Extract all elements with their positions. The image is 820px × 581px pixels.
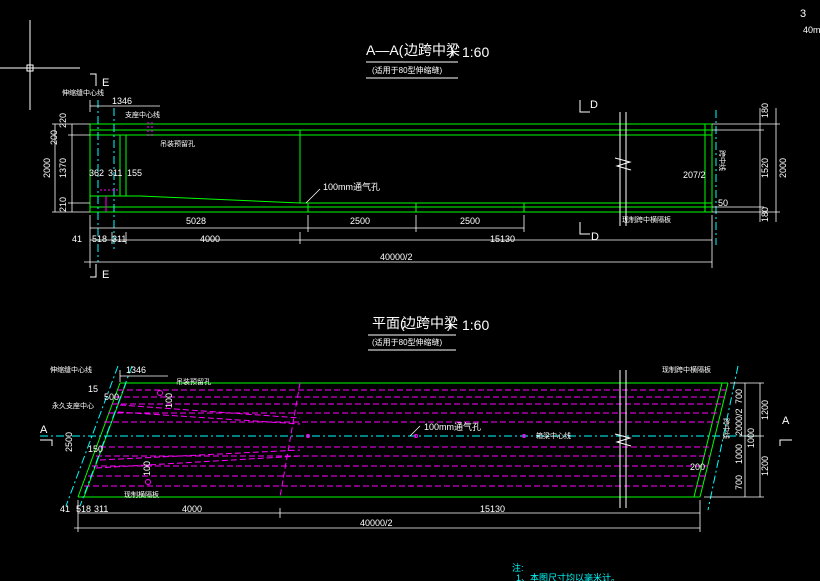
svg-text:D: D <box>591 231 599 243</box>
section-dim-right-inner-1: 207/2 <box>683 170 706 180</box>
section-dim-mid-1: 362 <box>89 168 104 178</box>
section-break-symbol <box>614 112 632 226</box>
svg-text:1:60: 1:60 <box>462 44 489 60</box>
sheet-number: 3 <box>800 8 806 20</box>
svg-text:D: D <box>590 99 598 111</box>
section-label-midspan: 跨中线 <box>718 150 727 171</box>
section-label-hoist-hole: 吊装预留孔 <box>160 139 195 148</box>
plan-title: 平面( 边跨中梁 ) 1:60 (适用于80型伸缩缝) <box>368 315 489 351</box>
plan-dim-skew: 200 <box>690 462 705 472</box>
plan-dim-right-2: 1000 <box>746 428 756 448</box>
section-mark-e-bottom: E <box>90 264 109 281</box>
section-dim-left-1: 220 <box>58 113 68 128</box>
svg-text:E: E <box>102 77 109 89</box>
section-dim-right-1: 180 <box>760 103 770 118</box>
plan-dim-bottom-2: 518 <box>76 504 91 514</box>
section-dim-right-4: 180 <box>760 207 770 222</box>
plan-label-support-center: 永久支座中心 <box>52 401 94 410</box>
section-dim-row2-3: 311 <box>112 234 126 244</box>
plan-label-hoist-hole: 吊装预留孔 <box>176 377 211 386</box>
svg-text:A: A <box>782 415 790 427</box>
section-dim-left-3: 1370 <box>58 158 68 178</box>
plan-dim-right-inner-3: 1000 <box>734 444 744 464</box>
plan-break-symbol <box>614 370 632 508</box>
plan-section-mark-left: A <box>40 424 53 446</box>
plan-section-mark-right: A <box>779 415 792 446</box>
plan-dim-bottom-5: 15130 <box>480 504 505 514</box>
svg-text:(适用于80型伸缩缝): (适用于80型伸缩缝) <box>372 337 443 347</box>
plan-dim-total: 40000/2 <box>360 518 393 528</box>
section-dim-bottom-2: 2500 <box>350 216 370 226</box>
section-dimension-lines <box>52 100 780 268</box>
svg-text:平面(: 平面( <box>372 315 405 331</box>
plan-dim-hole-1: 100 <box>164 393 174 408</box>
plan-dim-right-inner-1: 700 <box>734 389 744 404</box>
plan-tendon-lines <box>84 382 726 498</box>
plan-label-mid-diaphragm: 现制跨中横隔板 <box>662 365 711 374</box>
section-beam-outline <box>89 123 713 213</box>
section-dim-left-2: 2000 <box>42 158 52 178</box>
section-dim-total: 40000/2 <box>380 252 413 262</box>
section-label-bearing-center: 伸缩缝中心线 <box>62 88 104 97</box>
section-dim-left-4: 210 <box>58 197 68 212</box>
svg-text:E: E <box>102 269 109 281</box>
section-dim-row2-5: 15130 <box>490 234 515 244</box>
plan-dim-right-1: 1200 <box>760 400 770 420</box>
plan-center-lines <box>40 365 760 511</box>
section-dim-right-2: 1520 <box>760 158 770 178</box>
plan-dim-hole-2: 100 <box>142 461 152 476</box>
plan-dim-right-inner-2: 2000/2 <box>734 408 744 436</box>
section-dim-mid-3: 155 <box>127 168 142 178</box>
svg-text:A: A <box>40 424 48 436</box>
cad-drawing-canvas: 3 40m A—A( 边跨中梁 ) 1:60 (适用于80型伸缩缝) E E D… <box>0 8 820 581</box>
section-dim-row2-4: 4000 <box>200 234 220 244</box>
section-dim-row2-1: 41 <box>72 234 82 244</box>
plan-label-end-diaphragm: 现制横隔板 <box>124 490 159 499</box>
plan-label-vent-hole: 100mm通气孔 <box>424 421 481 432</box>
plan-dim-right-3: 1200 <box>760 456 770 476</box>
section-dim-left-inner: 200 <box>49 130 59 145</box>
plan-holes <box>145 390 526 485</box>
plan-dim-left-1: 15 <box>88 384 98 394</box>
svg-text:(适用于80型伸缩缝): (适用于80型伸缩缝) <box>372 65 443 75</box>
plan-dim-left-4: 150 <box>88 444 103 454</box>
plan-label-beam-center: 箱梁中心线 <box>536 431 571 440</box>
plan-dim-top: 1346 <box>126 365 146 375</box>
section-dim-bottom-1: 5028 <box>186 216 206 226</box>
plan-dim-left-3: 2500 <box>64 432 74 452</box>
section-title: A—A( 边跨中梁 ) 1:60 (适用于80型伸缩缝) <box>366 42 489 79</box>
section-dim-right-inner-2: 50 <box>718 198 728 208</box>
section-label-support-center: 支座中心线 <box>125 110 160 119</box>
plan-label-bearing-center: 伸缩缝中心线 <box>50 365 92 374</box>
plan-dim-bottom-1: 41 <box>60 504 70 514</box>
section-dim-row2-2: 518 <box>92 234 107 244</box>
plan-dim-left-2: 500 <box>104 392 119 402</box>
plan-dim-bottom-4: 4000 <box>182 504 202 514</box>
span-text: 40m <box>803 25 820 35</box>
section-label-vent-hole: 100mm通气孔 <box>323 181 380 192</box>
section-mark-e-top: E <box>90 73 109 89</box>
plan-label-midspan: 跨中线 <box>722 418 731 439</box>
section-dim-top: 1346 <box>112 96 132 106</box>
section-dim-right-3: 2000 <box>778 158 788 178</box>
plan-dimension-lines <box>74 370 764 532</box>
section-dim-mid-2: 311 <box>108 168 122 178</box>
section-dim-bottom-3: 2500 <box>460 216 480 226</box>
svg-text:): ) <box>449 42 454 58</box>
svg-text:): ) <box>447 315 452 331</box>
plan-beam-outline <box>77 382 729 498</box>
plan-dim-bottom-3: 311 <box>94 504 108 514</box>
svg-text:1:60: 1:60 <box>462 317 489 333</box>
section-mark-d-top: D <box>579 99 598 113</box>
notes-line-1: 1、本图尺寸均以毫米计。 <box>516 572 620 581</box>
section-label-wet-joint: 现制跨中横隔板 <box>622 215 671 224</box>
svg-text:A—A(: A—A( <box>366 42 404 58</box>
notes-heading: 注: <box>512 562 524 573</box>
plan-dim-right-inner-4: 700 <box>734 475 744 490</box>
